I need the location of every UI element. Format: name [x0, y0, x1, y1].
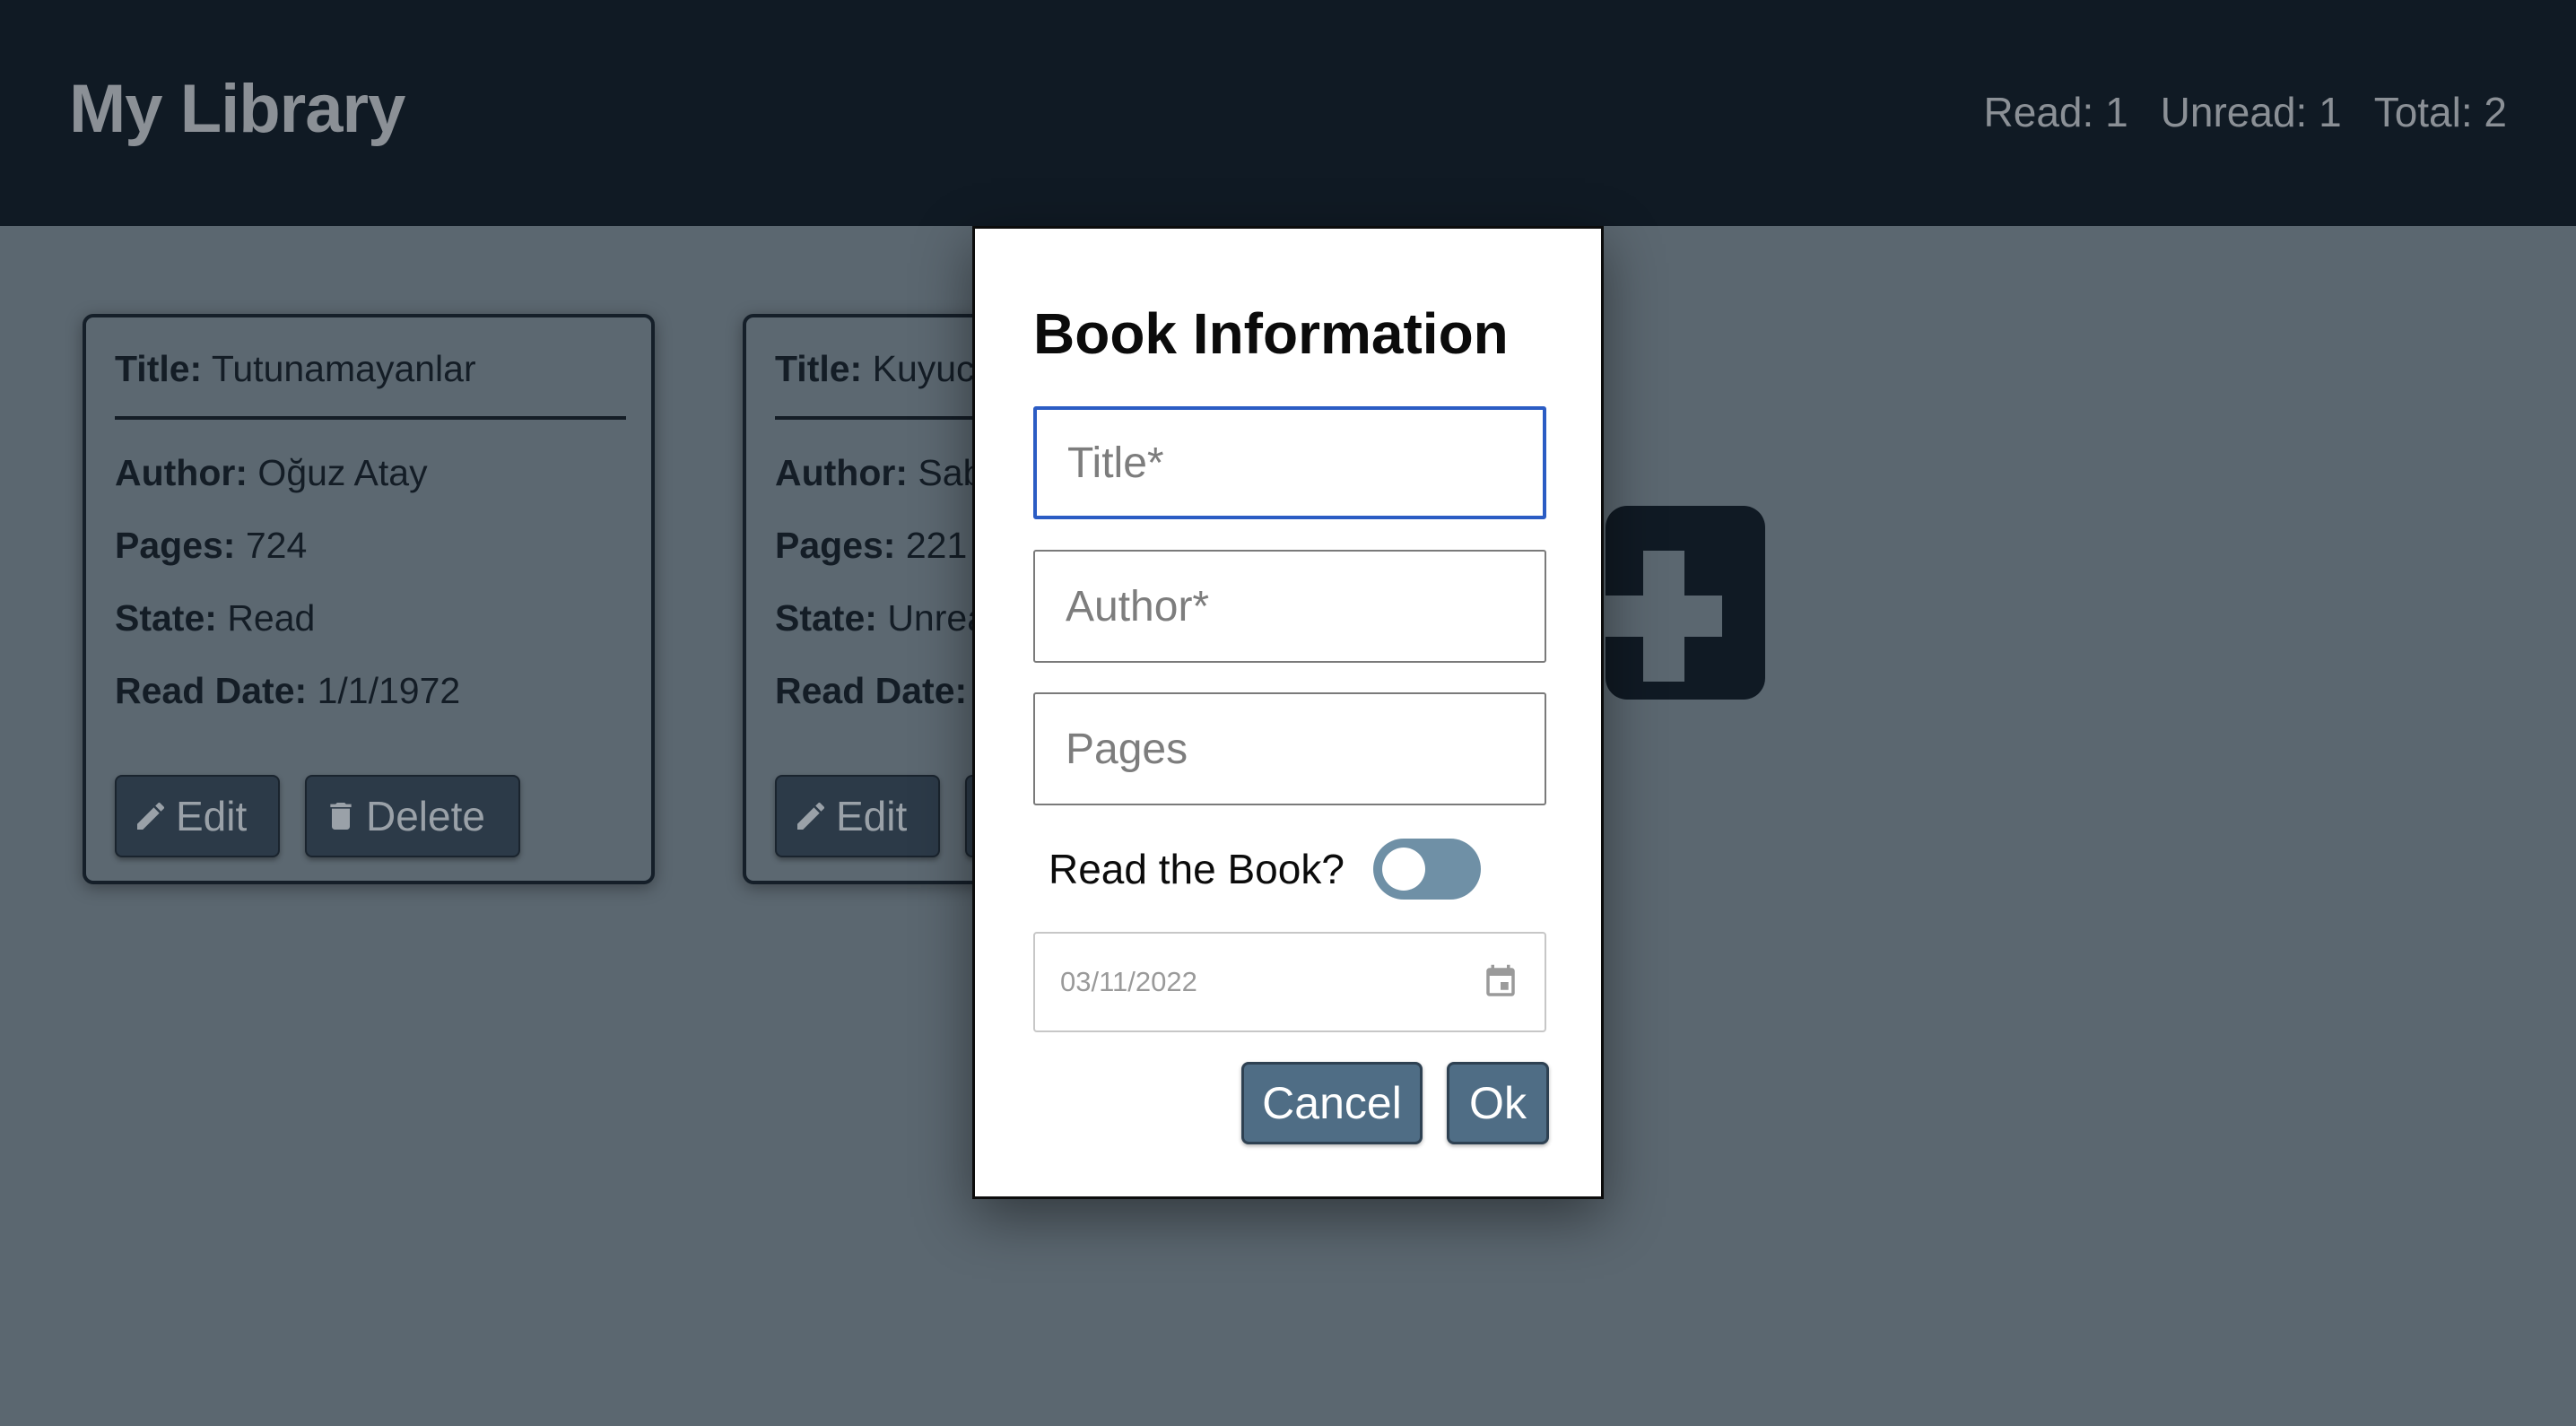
edit-button[interactable]: Edit	[775, 775, 940, 857]
author-input[interactable]	[1033, 550, 1546, 663]
edit-button[interactable]: Edit	[115, 775, 280, 857]
card-state-row: State: Read	[115, 597, 315, 639]
card-date-row: Read Date: 1/1/1972	[115, 670, 460, 712]
pencil-icon	[137, 802, 165, 830]
toggle-knob	[1381, 848, 1425, 891]
read-date-value: 03/11/2022	[1060, 966, 1197, 997]
card-pages-label: Pages:	[775, 525, 896, 566]
ok-button[interactable]: Ok	[1447, 1062, 1549, 1144]
read-toggle-label: Read the Book?	[1049, 846, 1345, 892]
read-toggle[interactable]	[1372, 839, 1481, 900]
app-header: My Library Read: 1 Unread: 1 Total: 2	[0, 0, 2576, 226]
card-state-label: State:	[115, 597, 217, 639]
read-toggle-row: Read the Book?	[1049, 839, 1481, 900]
trash-icon	[330, 803, 352, 830]
pages-input[interactable]	[1033, 692, 1546, 805]
pencil-icon	[797, 802, 825, 830]
delete-button[interactable]: Delete	[305, 775, 520, 857]
card-state-row: State: Unrea	[775, 597, 988, 639]
edit-button-label: Edit	[176, 793, 248, 839]
card-title-value: Kuyuc	[872, 348, 975, 389]
add-book-button[interactable]	[1597, 506, 1765, 700]
card-pages-value: 221	[905, 525, 968, 566]
card-divider	[115, 416, 626, 420]
delete-button-label: Delete	[366, 793, 485, 839]
card-author-label: Author:	[115, 452, 248, 493]
modal-title: Book Information	[1033, 301, 1509, 366]
card-title-label: Title:	[775, 348, 863, 389]
cancel-button[interactable]: Cancel	[1241, 1062, 1423, 1144]
read-date-input[interactable]: 03/11/2022	[1033, 932, 1546, 1032]
read-count: Read: 1	[1983, 89, 2128, 135]
card-title-value: Tutunamayanlar	[211, 348, 476, 389]
card-date-value: 1/1/1972	[317, 670, 461, 711]
card-pages-label: Pages:	[115, 525, 236, 566]
card-date-row: Read Date: 1	[775, 670, 997, 712]
total-count: Total: 2	[2373, 89, 2507, 135]
calendar-icon[interactable]	[1482, 963, 1519, 1001]
card-pages-row: Pages: 221	[775, 525, 967, 567]
card-title-row: Title: Kuyuc	[775, 348, 975, 390]
card-pages-value: 724	[245, 525, 308, 566]
card-date-label: Read Date:	[115, 670, 308, 711]
unread-count: Unread: 1	[2160, 89, 2342, 135]
title-input[interactable]	[1033, 406, 1546, 519]
book-card: Title: Tutunamayanlar Author: Oğuz Atay …	[83, 314, 655, 884]
card-author-value: Oğuz Atay	[257, 452, 428, 493]
book-info-modal: Book Information Read the Book? 03/11/20…	[972, 226, 1604, 1199]
app-title: My Library	[69, 71, 405, 147]
card-state-label: State:	[775, 597, 877, 639]
edit-button-label: Edit	[836, 793, 908, 839]
card-author-row: Author: Sab	[775, 452, 983, 494]
card-pages-row: Pages: 724	[115, 525, 307, 567]
card-state-value: Read	[227, 597, 316, 639]
card-date-label: Read Date:	[775, 670, 968, 711]
card-title-label: Title:	[115, 348, 203, 389]
card-author-label: Author:	[775, 452, 909, 493]
library-stats: Read: 1 Unread: 1 Total: 2	[1984, 88, 2507, 136]
card-author-row: Author: Oğuz Atay	[115, 452, 428, 494]
card-title-row: Title: Tutunamayanlar	[115, 348, 476, 390]
